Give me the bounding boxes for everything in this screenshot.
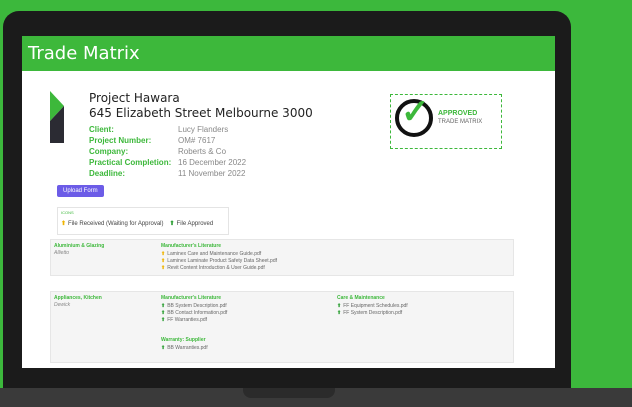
trade-supplier: Dewick (54, 302, 71, 308)
upload-arrow-green-icon: ⬆ (161, 303, 166, 309)
file-name: FF System Description.pdf (343, 310, 403, 316)
field-label: Deadline: (89, 169, 126, 178)
trade-column: Manufacturer's Literature ⬆ BB System Des… (161, 295, 227, 324)
field-value: 16 December 2022 (178, 158, 247, 167)
trade-column: Care & Maintenance ⬆ FF Equipment Schedul… (337, 295, 408, 317)
upload-arrow-green-icon: ⬆ (161, 345, 166, 351)
column-heading: Warranty: Supplier (161, 337, 206, 343)
file-item[interactable]: ⬆ FF System Description.pdf (337, 310, 408, 316)
upload-arrow-yellow-icon: ⬆ (61, 221, 67, 227)
field-row: Company: Roberts & Co (89, 146, 246, 157)
file-item[interactable]: ⬆ Revit Content Introduction & User Guide… (161, 265, 277, 271)
file-item[interactable]: ⬆ FF Equipment Schedules.pdf (337, 303, 408, 309)
file-name: Laminex Care and Maintenance Guide.pdf (167, 251, 262, 257)
trade-row: Appliances, Kitchen Dewick Manufacturer'… (50, 291, 514, 363)
trade-name: Aluminium & Glazing (54, 243, 105, 249)
project-address: 645 Elizabeth Street Melbourne 3000 (89, 106, 313, 120)
legend-item-approved: ⬆ File Approved (170, 220, 214, 227)
file-item[interactable]: ⬆ FF Warranties.pdf (161, 317, 227, 323)
legend-item-received: ⬆ File Received (Waiting for Approval) (61, 220, 164, 227)
column-heading: Manufacturer's Literature (161, 295, 222, 301)
file-item[interactable]: ⬆ Laminex Laminate Product Safety Data Sh… (161, 258, 277, 264)
upload-arrow-green-icon: ⬆ (161, 310, 166, 316)
field-value: 11 November 2022 (178, 169, 246, 178)
file-item[interactable]: ⬆ Laminex Care and Maintenance Guide.pdf (161, 251, 277, 257)
upload-arrow-green-icon: ⬆ (337, 303, 342, 309)
field-row: Client: Lucy Flanders (89, 124, 246, 135)
file-name: Laminex Laminate Product Safety Data She… (167, 258, 277, 264)
stamp-title: APPROVED (438, 110, 478, 117)
file-name: BB System Description.pdf (167, 303, 227, 309)
trade-name: Appliances, Kitchen (54, 295, 102, 301)
upload-arrow-green-icon: ⬆ (161, 317, 166, 323)
app-header: Trade Matrix (22, 36, 555, 71)
column-heading: Care & Maintenance (337, 295, 385, 301)
app-title: Trade Matrix (28, 43, 140, 64)
file-name: FF Equipment Schedules.pdf (343, 303, 408, 309)
icons-legend-heading: ICONS (61, 210, 74, 215)
project-name: Project Hawara (89, 91, 180, 105)
file-name: FF Warranties.pdf (167, 317, 208, 323)
upload-arrow-yellow-icon: ⬆ (161, 251, 166, 257)
checkmark-icon: ✓ (401, 93, 430, 131)
trade-supplier: Allietto (54, 250, 70, 256)
company-logo-icon (50, 91, 64, 143)
file-name: Revit Content Introduction & User Guide.… (167, 265, 265, 271)
field-row: Practical Completion: 16 December 2022 (89, 157, 246, 168)
upload-arrow-yellow-icon: ⬆ (161, 265, 166, 271)
project-fields: Client: Lucy Flanders Project Number: OM… (89, 124, 246, 179)
project-header: Project Hawara 645 Elizabeth Street Melb… (89, 91, 313, 120)
field-label: Company: (89, 147, 129, 156)
field-row: Project Number: OM# 7617 (89, 135, 246, 146)
upload-arrow-green-icon: ⬆ (337, 310, 342, 316)
stamp-subtitle: TRADE MATRIX (438, 119, 483, 125)
file-item[interactable]: ⬆ BB Warranties.pdf (161, 345, 208, 351)
upload-form-button[interactable]: Upload Form (57, 185, 104, 197)
file-item[interactable]: ⬆ BB System Description.pdf (161, 303, 227, 309)
legend-label: File Approved (176, 221, 214, 227)
field-label: Project Number: (89, 136, 152, 145)
app-screen: Trade Matrix Project Hawara 645 Elizabet… (22, 36, 555, 368)
field-row: Deadline: 11 November 2022 (89, 168, 246, 179)
legend-label: File Received (Waiting for Approval) (68, 221, 164, 227)
trade-column: Manufacturer's Literature ⬆ Laminex Care … (161, 243, 277, 272)
field-value: OM# 7617 (178, 136, 216, 145)
upload-arrow-green-icon: ⬆ (169, 221, 175, 227)
trade-row: Aluminium & Glazing Allietto Manufacture… (50, 239, 514, 276)
field-label: Practical Completion: (89, 158, 172, 167)
laptop-notch (243, 388, 335, 398)
icons-legend: ICONS ⬆ File Received (Waiting for Approv… (57, 207, 229, 235)
approved-stamp: ✓ APPROVED TRADE MATRIX (390, 93, 502, 149)
trade-column: Warranty: Supplier ⬆ BB Warranties.pdf (161, 337, 208, 352)
upload-arrow-yellow-icon: ⬆ (161, 258, 166, 264)
file-name: BB Warranties.pdf (167, 345, 208, 351)
column-heading: Manufacturer's Literature (161, 243, 222, 249)
field-value: Roberts & Co (178, 147, 227, 156)
file-item[interactable]: ⬆ BB Contact Information.pdf (161, 310, 227, 316)
field-value: Lucy Flanders (178, 125, 229, 134)
field-label: Client: (89, 125, 114, 134)
file-name: BB Contact Information.pdf (167, 310, 228, 316)
